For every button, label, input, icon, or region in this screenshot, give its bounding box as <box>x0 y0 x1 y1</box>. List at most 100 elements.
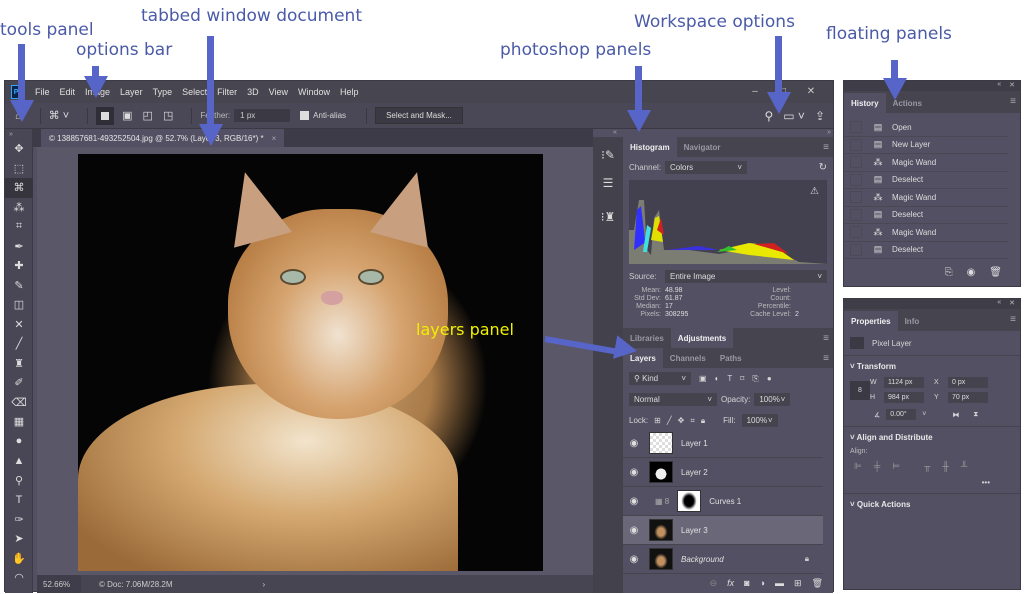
panel-menu-icon[interactable]: ≡ <box>1010 96 1016 107</box>
align-left-icon[interactable]: ⊫ <box>854 461 862 472</box>
feather-input[interactable]: 1 px <box>234 109 291 122</box>
subtract-selection-icon[interactable]: ◰ <box>143 109 153 122</box>
tab-paths[interactable]: Paths <box>713 348 749 368</box>
lock-transparent-icon[interactable]: ⊞ <box>654 416 661 425</box>
close-window-button[interactable]: ✕ <box>797 83 825 99</box>
menu-window[interactable]: Window <box>298 87 330 97</box>
layer-row[interactable]: ◉ ▦ 8 Curves 1 <box>623 487 823 516</box>
expand-panels-icon[interactable]: » <box>827 129 831 136</box>
menu-edit[interactable]: Edit <box>60 87 76 97</box>
align-hcenter-icon[interactable]: ╪ <box>874 461 880 472</box>
tool-brush[interactable]: ╱ <box>5 334 33 354</box>
flip-horizontal-icon[interactable]: ⧓ <box>952 411 959 419</box>
tab-history[interactable]: History <box>844 93 886 113</box>
history-item[interactable]: ⁂ Magic Wand <box>844 224 1008 242</box>
align-bottom-icon[interactable]: ╨ <box>961 461 967 472</box>
opacity-input[interactable]: 100% ˅ <box>754 393 791 406</box>
visibility-eye-icon[interactable]: ◉ <box>623 525 645 536</box>
snapshot-icon[interactable]: ◉ <box>967 267 976 278</box>
status-menu-chevron[interactable]: › <box>262 580 265 589</box>
tool-lasso[interactable]: ⌘ <box>5 178 33 198</box>
visibility-eye-icon[interactable]: ◉ <box>623 467 645 478</box>
visibility-eye-icon[interactable]: ◉ <box>623 496 645 507</box>
snapshot-source-checkbox[interactable] <box>850 208 862 221</box>
filter-pixel-icon[interactable]: ▣ <box>699 374 707 383</box>
tab-histogram[interactable]: Histogram <box>623 137 677 157</box>
visibility-eye-icon[interactable]: ◉ <box>623 554 645 565</box>
tool-spot-healing[interactable]: ✚ <box>5 256 33 276</box>
snapshot-source-checkbox[interactable] <box>850 243 862 256</box>
align-vcenter-icon[interactable]: ╫ <box>942 461 948 472</box>
y-input[interactable]: 70 px <box>948 392 988 403</box>
tool-rotate[interactable]: ◠ <box>5 568 33 588</box>
menu-layer[interactable]: Layer <box>120 87 143 97</box>
layer-row[interactable]: ◉ Layer 1 <box>623 429 823 458</box>
share-icon[interactable]: ⇪ <box>815 109 825 123</box>
layer-filter-select[interactable]: ⚲ Kind ˅ <box>629 372 691 385</box>
tool-gradient[interactable]: ▦ <box>5 412 33 432</box>
transform-header[interactable]: ˅ Transform <box>844 356 1020 377</box>
collapse-icons-icon[interactable]: « <box>613 129 617 136</box>
zoom-level[interactable]: 52.66% <box>37 575 81 593</box>
tab-channels[interactable]: Channels <box>663 348 713 368</box>
tool-crop[interactable]: ⌗ <box>5 217 33 237</box>
tool-eyedropper[interactable]: ✒ <box>5 237 33 257</box>
visibility-eye-icon[interactable]: ◉ <box>623 438 645 449</box>
history-item[interactable]: ▤ Deselect <box>844 207 1008 224</box>
layer-row[interactable]: ◉ Layer 2 <box>623 458 823 487</box>
menu-help[interactable]: Help <box>340 87 359 97</box>
new-layer-icon[interactable]: ⊞ <box>794 578 802 589</box>
new-group-icon[interactable]: ▬ <box>775 578 784 588</box>
flip-vertical-icon[interactable]: ⧗ <box>973 411 978 419</box>
angle-input[interactable]: 0.00° <box>886 409 917 420</box>
tool-path-select[interactable]: ➤ <box>5 529 33 549</box>
width-input[interactable]: 1124 px <box>884 377 924 388</box>
lock-all-icon[interactable]: 🔒︎ <box>701 416 705 426</box>
snapshot-source-checkbox[interactable] <box>850 156 862 169</box>
tool-sharpen[interactable]: ▲ <box>5 451 33 471</box>
tool-patch[interactable]: ◫ <box>5 295 33 315</box>
height-input[interactable]: 984 px <box>884 392 924 403</box>
snapshot-source-checkbox[interactable] <box>850 191 862 204</box>
layer-row[interactable]: ◉ Layer 3 <box>623 516 823 545</box>
menu-view[interactable]: View <box>269 87 288 97</box>
history-item[interactable]: ▤ Deselect <box>844 172 1008 189</box>
snapshot-source-checkbox[interactable] <box>850 226 862 239</box>
more-options-button[interactable]: ••• <box>844 478 1020 487</box>
panel-menu-icon[interactable]: ≡ <box>823 353 829 364</box>
menu-select[interactable]: Select <box>182 87 207 97</box>
blend-mode-select[interactable]: Normal ˅ <box>629 393 717 406</box>
minimize-button[interactable]: – <box>741 83 769 99</box>
panel-menu-icon[interactable]: ≡ <box>823 142 829 153</box>
align-right-icon[interactable]: ⊨ <box>892 461 900 472</box>
lasso-tool-preset-icon[interactable]: ⌘ ˅ <box>49 109 69 122</box>
intersect-selection-icon[interactable]: ◳ <box>163 109 173 122</box>
tool-dodge[interactable]: ⚲ <box>5 471 33 491</box>
history-item[interactable]: ▤ Deselect <box>844 242 1008 259</box>
collapse-icon[interactable]: « <box>997 299 1001 309</box>
tool-history-brush[interactable]: ✐ <box>5 373 33 393</box>
adjust-sliders-icon[interactable]: ☰ <box>593 169 623 197</box>
quick-actions-header[interactable]: ˅ Quick Actions <box>844 493 1020 515</box>
clone-source-icon[interactable]: ⁝♜ <box>593 203 623 231</box>
new-selection-button[interactable] <box>96 106 115 125</box>
filter-toggle[interactable]: ● <box>767 374 772 383</box>
add-selection-icon[interactable]: ▣ <box>122 109 132 122</box>
history-item[interactable]: ▤ Open <box>844 119 1008 137</box>
snapshot-source-checkbox[interactable] <box>850 138 862 151</box>
tab-properties[interactable]: Properties <box>844 311 898 331</box>
toolbar-collapse-icon[interactable]: » <box>9 131 13 138</box>
lock-icon[interactable]: 🔒︎ <box>805 554 809 564</box>
tool-pen[interactable]: ✑ <box>5 510 33 530</box>
warning-icon[interactable]: ⚠ <box>810 186 819 197</box>
canvas-area[interactable]: layers panel <box>37 147 593 575</box>
snapshot-source-checkbox[interactable] <box>850 121 862 134</box>
tab-info[interactable]: Info <box>898 311 927 331</box>
menu-file[interactable]: File <box>35 87 50 97</box>
align-header[interactable]: ˅ Align and Distribute <box>844 427 1020 448</box>
new-document-from-state-icon[interactable]: ⎘ <box>945 267 953 278</box>
panel-menu-icon[interactable]: ≡ <box>823 333 829 344</box>
tool-clone-stamp[interactable]: ♜ <box>5 354 33 374</box>
lock-position-icon[interactable]: ✥ <box>678 416 685 425</box>
tool-move[interactable]: ✥ <box>5 139 33 159</box>
